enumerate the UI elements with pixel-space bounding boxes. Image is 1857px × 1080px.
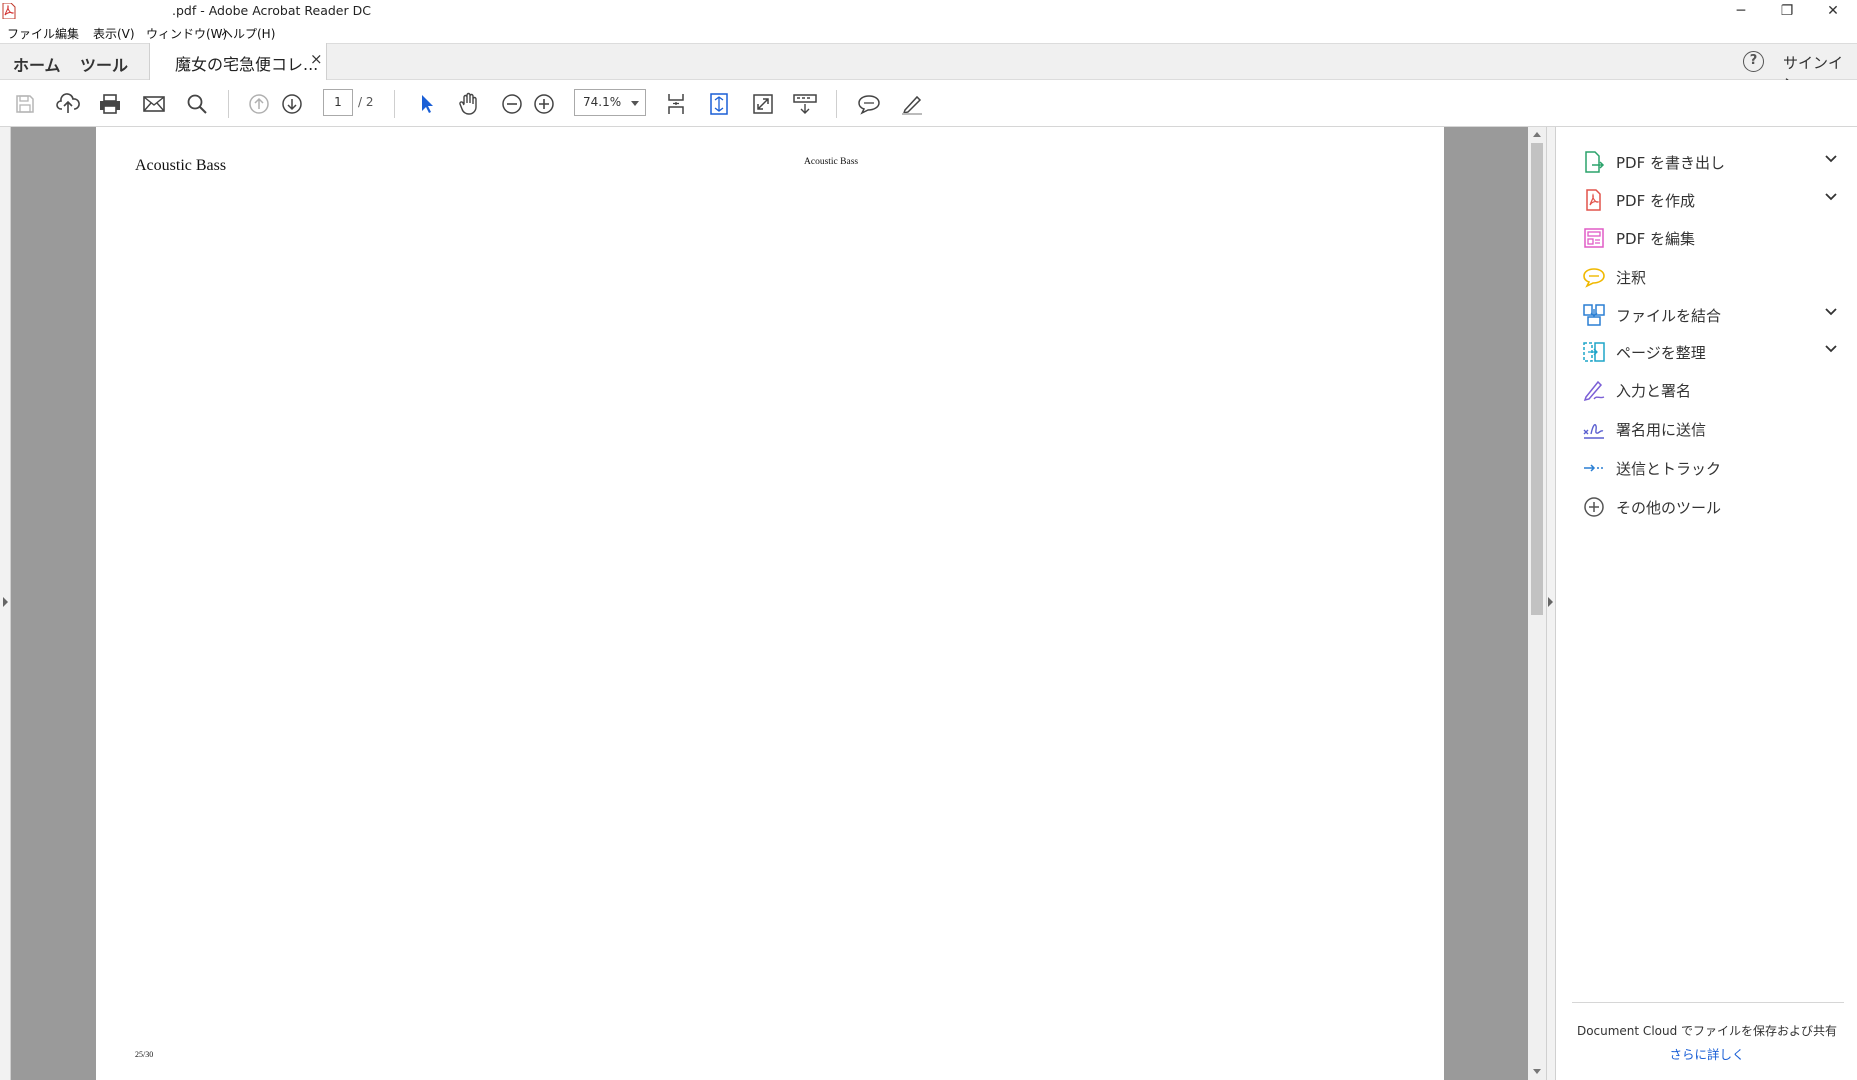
chevron-down-icon[interactable] (1825, 308, 1837, 316)
upload-icon[interactable] (55, 91, 81, 117)
page-number-input[interactable]: 1 (323, 89, 353, 116)
zoom-in-icon[interactable] (531, 91, 557, 117)
minimize-button[interactable]: ─ (1718, 0, 1764, 22)
tool-comment[interactable]: 注釈 (1582, 262, 1832, 292)
full-screen-icon[interactable] (750, 91, 776, 117)
restore-button[interactable]: ❐ (1764, 0, 1810, 22)
page-heading: Acoustic Bass (135, 157, 227, 174)
comment-icon[interactable] (856, 91, 882, 117)
collapse-tools-pane-icon[interactable] (1548, 597, 1553, 607)
menu-window[interactable]: ウィンドウ(W) (146, 25, 227, 42)
page-header-center: Acoustic Bass (804, 157, 859, 167)
tool-send-for-signature[interactable]: 署名用に送信 (1582, 414, 1832, 444)
scroll-down-icon[interactable] (1533, 1069, 1541, 1074)
scroll-mode-icon[interactable] (663, 91, 689, 117)
scroll-up-icon[interactable] (1533, 132, 1541, 137)
toolbar-separator (836, 90, 837, 118)
menu-help[interactable]: ヘルプ(H) (221, 25, 275, 42)
fit-page-icon[interactable] (706, 91, 732, 117)
tools-pane-toggle[interactable] (1546, 127, 1555, 1080)
help-icon[interactable]: ? (1743, 51, 1764, 72)
next-page-icon[interactable] (279, 91, 305, 117)
create-pdf-icon (1582, 188, 1606, 212)
expand-left-pane-icon[interactable] (3, 597, 8, 607)
select-cursor-icon[interactable] (414, 91, 440, 117)
left-pane-toggle[interactable] (0, 127, 11, 1080)
fill-sign-icon (1582, 378, 1606, 402)
close-window-button[interactable]: ✕ (1810, 0, 1856, 22)
toolbar: 1 / 2 74.1% (0, 80, 1857, 127)
send-track-icon (1582, 456, 1606, 480)
chevron-down-icon[interactable] (1825, 345, 1837, 353)
tool-create-pdf[interactable]: PDF を作成 (1582, 185, 1837, 215)
export-pdf-icon (1582, 150, 1606, 174)
menu-file[interactable]: ファイル (7, 25, 55, 42)
chevron-down-icon[interactable] (1825, 193, 1837, 201)
tool-organize-pages[interactable]: ページを整理 (1582, 337, 1837, 367)
vertical-scrollbar[interactable] (1528, 127, 1546, 1080)
organize-pages-icon (1582, 340, 1606, 364)
combine-files-icon (1582, 303, 1606, 327)
tab-home[interactable]: ホーム (13, 52, 61, 76)
zoom-value: 74.1% (583, 95, 622, 109)
tool-send-track[interactable]: 送信とトラック (1582, 453, 1832, 483)
tab-bar: ホーム ツール 魔女の宅急便コレ... × ? サインイン (0, 43, 1857, 93)
learn-more-link[interactable]: さらに詳しく (1556, 1044, 1857, 1063)
comment-icon (1582, 265, 1606, 289)
tab-document[interactable]: 魔女の宅急便コレ... × (149, 43, 327, 80)
page-footer: 25/30 (135, 1050, 154, 1059)
edit-pdf-icon (1582, 226, 1606, 250)
read-mode-icon[interactable] (792, 91, 818, 117)
toolbar-separator (228, 90, 229, 118)
tool-more-tools[interactable]: その他のツール (1582, 492, 1832, 522)
title-bar: .pdf - Adobe Acrobat Reader DC ─ ❐ ✕ (0, 0, 1857, 22)
tool-fill-sign[interactable]: 入力と署名 (1582, 375, 1832, 405)
tools-pane: PDF を書き出し PDF を作成 PDF を編集 注釈 ファイルを結合 ページ… (1555, 127, 1857, 1080)
menu-bar: ファイル 編集 表示(V) ウィンドウ(W) ヘルプ(H) (0, 22, 1857, 43)
hand-icon[interactable] (456, 91, 482, 117)
chevron-down-icon (631, 101, 639, 106)
tool-edit-pdf[interactable]: PDF を編集 (1582, 223, 1832, 253)
close-tab-icon[interactable]: × (310, 50, 323, 68)
tool-export-pdf[interactable]: PDF を書き出し (1582, 147, 1837, 177)
print-icon[interactable] (97, 91, 123, 117)
search-icon[interactable] (184, 91, 210, 117)
page-total: / 2 (358, 95, 374, 109)
menu-edit[interactable]: 編集 (55, 25, 79, 42)
document-cloud-text: Document Cloud でファイルを保存および共有 (1576, 1024, 1838, 1038)
tools-pane-divider (1572, 1002, 1844, 1003)
previous-page-icon[interactable] (246, 91, 272, 117)
send-for-signature-icon (1582, 417, 1606, 441)
document-area[interactable]: Acoustic Bass Acoustic Bass 25/30 (0, 127, 1555, 1080)
toolbar-separator (394, 90, 395, 118)
more-tools-icon (1582, 495, 1606, 519)
tab-tools[interactable]: ツール (80, 52, 128, 76)
window-title: .pdf - Adobe Acrobat Reader DC (172, 3, 371, 18)
chevron-down-icon[interactable] (1825, 155, 1837, 163)
pdf-page[interactable]: Acoustic Bass Acoustic Bass 25/30 (96, 127, 1444, 1080)
save-icon[interactable] (12, 91, 38, 117)
zoom-select[interactable]: 74.1% (574, 89, 646, 116)
tool-combine-files[interactable]: ファイルを結合 (1582, 300, 1837, 330)
acrobat-app-icon (2, 3, 16, 19)
menu-view[interactable]: 表示(V) (93, 25, 135, 42)
email-icon[interactable] (141, 91, 167, 117)
zoom-out-icon[interactable] (499, 91, 525, 117)
document-tab-title: 魔女の宅急便コレ... (175, 55, 319, 74)
highlight-pen-icon[interactable] (899, 91, 925, 117)
scrollbar-thumb[interactable] (1531, 143, 1543, 615)
